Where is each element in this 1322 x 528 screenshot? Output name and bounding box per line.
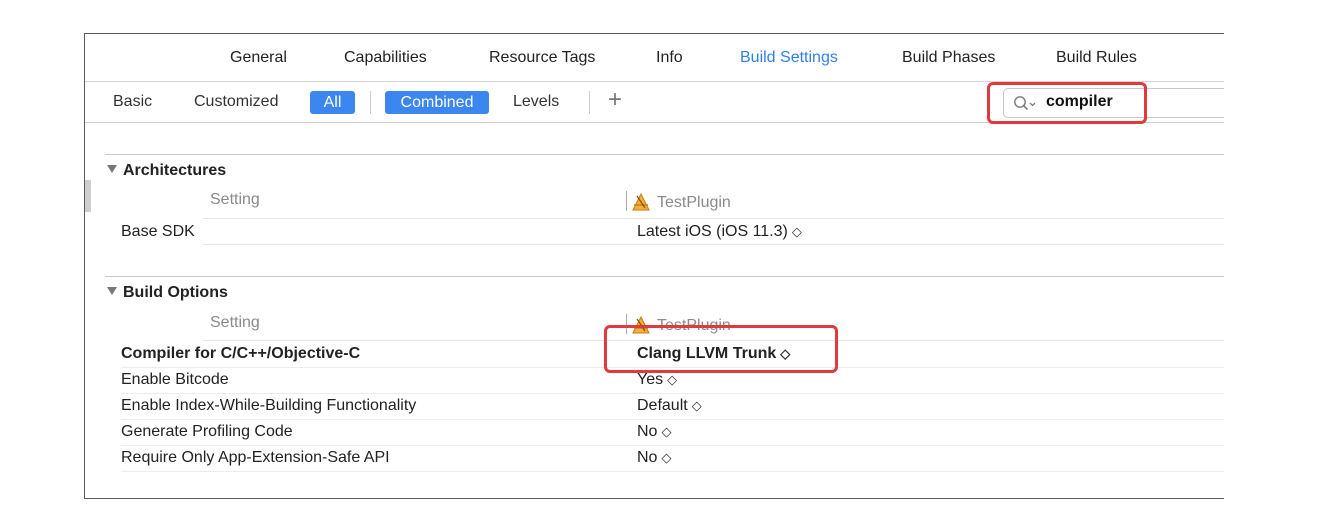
search-input[interactable] xyxy=(1046,92,1224,112)
setting-value-popup[interactable]: No ◇ xyxy=(637,423,671,441)
setting-value-popup[interactable]: Latest iOS (iOS 11.3) ◇ xyxy=(637,223,802,241)
editor-tab-bar: General Capabilities Resource Tags Info … xyxy=(85,34,1224,82)
build-settings-panel: General Capabilities Resource Tags Info … xyxy=(84,33,1224,499)
setting-column-header: Setting xyxy=(210,191,260,208)
setting-row-compiler[interactable]: Compiler for C/C++/Objective-C Clang LLV… xyxy=(121,342,1224,368)
setting-row-profiling-code[interactable]: Generate Profiling Code No ◇ xyxy=(121,420,1224,446)
stepper-icon: ◇ xyxy=(661,424,672,439)
stepper-icon: ◇ xyxy=(661,450,672,465)
tab-capabilities[interactable]: Capabilities xyxy=(344,49,427,67)
setting-value-popup[interactable]: Default ◇ xyxy=(637,397,702,415)
setting-name: Compiler for C/C++/Objective-C xyxy=(121,345,361,362)
setting-value-popup[interactable]: Yes ◇ xyxy=(637,371,677,389)
stepper-icon: ◇ xyxy=(791,224,802,239)
row-divider xyxy=(203,218,1224,219)
section-divider xyxy=(105,276,1224,277)
section-divider xyxy=(105,154,1224,155)
filter-divider xyxy=(370,91,371,114)
tab-build-phases[interactable]: Build Phases xyxy=(902,49,995,67)
app-target-icon xyxy=(631,315,651,339)
filter-combined[interactable]: Combined xyxy=(385,91,489,114)
setting-row-enable-bitcode[interactable]: Enable Bitcode Yes ◇ xyxy=(121,368,1224,394)
setting-row-app-extension-safe[interactable]: Require Only App-Extension-Safe API No ◇ xyxy=(121,446,1224,472)
setting-name: Enable Bitcode xyxy=(121,371,229,388)
section-title: Build Options xyxy=(123,284,228,301)
search-icon xyxy=(1013,95,1039,116)
setting-value-popup[interactable]: Clang LLVM Trunk ◇ xyxy=(637,345,790,363)
setting-row-index-while-building[interactable]: Enable Index-While-Building Functionalit… xyxy=(121,394,1224,420)
filter-basic[interactable]: Basic xyxy=(113,93,152,111)
row-divider xyxy=(203,340,1224,341)
stepper-icon: ◇ xyxy=(691,398,702,413)
disclosure-triangle-icon[interactable] xyxy=(107,165,117,173)
filter-bar: Basic Customized All Combined Levels + xyxy=(85,82,1224,123)
tab-resource-tags[interactable]: Resource Tags xyxy=(489,49,595,67)
filter-levels[interactable]: Levels xyxy=(513,93,559,111)
setting-name: Require Only App-Extension-Safe API xyxy=(121,449,390,466)
setting-column-header: Setting xyxy=(210,314,260,331)
target-column-header: TestPlugin xyxy=(626,314,731,339)
setting-row-base-sdk[interactable]: Base SDK Latest iOS (iOS 11.3) ◇ xyxy=(121,220,1224,246)
setting-name: Enable Index-While-Building Functionalit… xyxy=(121,397,417,414)
section-architectures-header: Architectures xyxy=(107,162,226,180)
setting-name: Base SDK xyxy=(121,223,195,240)
search-field[interactable] xyxy=(1003,88,1224,118)
add-setting-button[interactable]: + xyxy=(608,86,622,114)
filter-divider xyxy=(589,91,590,114)
stepper-icon: ◇ xyxy=(780,346,791,361)
tab-general[interactable]: General xyxy=(230,49,287,67)
section-title: Architectures xyxy=(123,162,227,179)
scroll-edge xyxy=(85,180,91,212)
filter-customized[interactable]: Customized xyxy=(194,93,278,111)
tab-info[interactable]: Info xyxy=(656,49,683,67)
tab-build-rules[interactable]: Build Rules xyxy=(1056,49,1137,67)
tab-build-settings[interactable]: Build Settings xyxy=(740,49,838,67)
setting-name: Generate Profiling Code xyxy=(121,423,293,440)
target-column-header: TestPlugin xyxy=(626,191,731,216)
app-target-icon xyxy=(631,192,651,216)
disclosure-triangle-icon[interactable] xyxy=(107,287,117,295)
section-build-options-header: Build Options xyxy=(107,284,228,302)
setting-value-popup[interactable]: No ◇ xyxy=(637,449,671,467)
stepper-icon: ◇ xyxy=(667,372,678,387)
row-divider xyxy=(203,244,1224,245)
filter-all[interactable]: All xyxy=(310,91,355,114)
